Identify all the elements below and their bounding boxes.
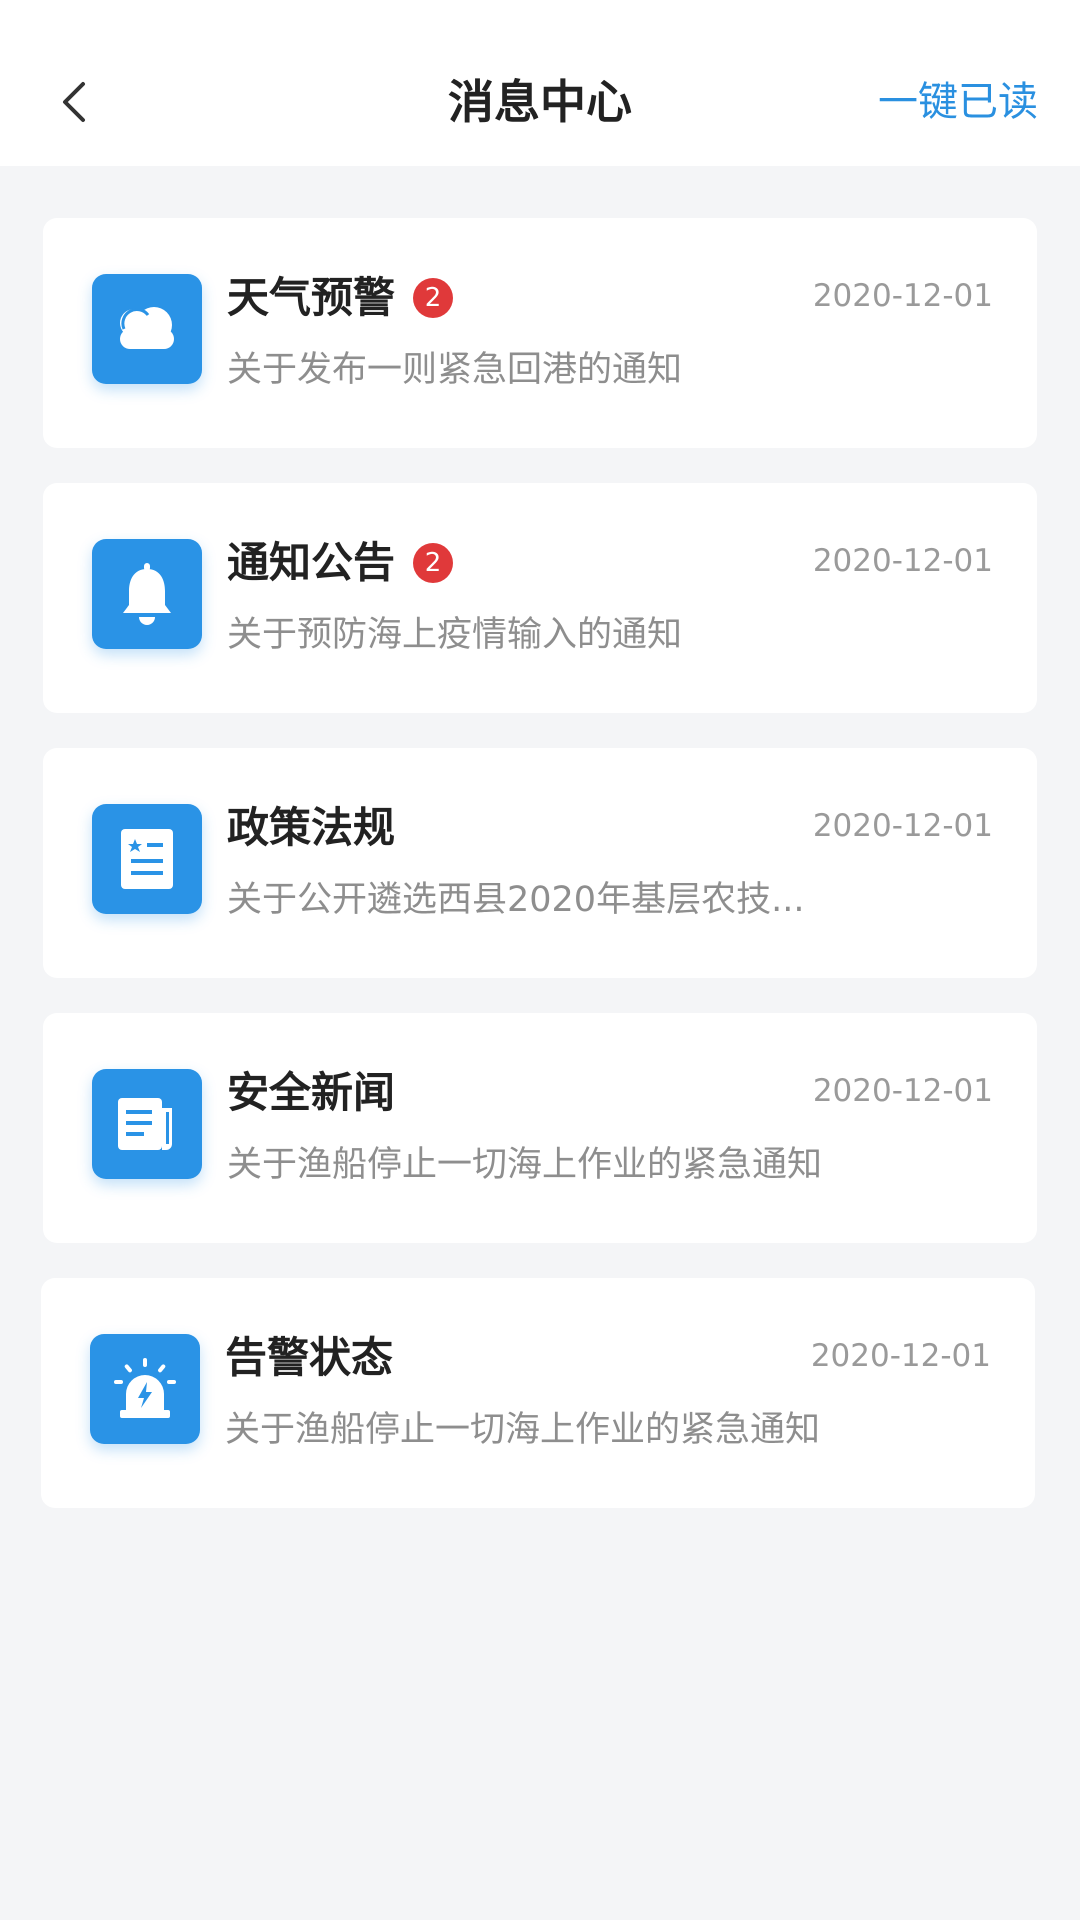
document-icon xyxy=(92,804,202,914)
message-card-safety-news[interactable]: 安全新闻 2020-12-01 关于渔船停止一切海上作业的紧急通知 xyxy=(43,1013,1037,1243)
message-card-notice[interactable]: 通知公告 2 2020-12-01 关于预防海上疫情输入的通知 xyxy=(43,483,1037,713)
message-title: 安全新闻 xyxy=(227,1068,396,1117)
message-summary: 关于渔船停止一切海上作业的紧急通知 xyxy=(227,1145,823,1185)
message-date: 2020-12-01 xyxy=(812,543,993,579)
mark-all-read-button[interactable]: 一键已读 xyxy=(878,72,1038,132)
message-summary: 关于公开遴选西县2020年基层农技... xyxy=(227,880,805,920)
message-summary: 关于渔船停止一切海上作业的紧急通知 xyxy=(225,1410,821,1450)
message-date: 2020-12-01 xyxy=(812,808,993,844)
message-title: 告警状态 xyxy=(225,1333,394,1382)
message-title: 政策法规 xyxy=(227,803,396,852)
unread-badge: 2 xyxy=(413,278,454,318)
message-date: 2020-12-01 xyxy=(810,1338,991,1374)
message-card-policy[interactable]: 政策法规 2020-12-01 关于公开遴选西县2020年基层农技... xyxy=(43,748,1037,978)
cloud-icon xyxy=(92,274,202,384)
message-summary: 关于预防海上疫情输入的通知 xyxy=(227,615,683,655)
header-bar: 消息中心 一键已读 xyxy=(0,0,1080,166)
bell-icon xyxy=(92,539,202,649)
unread-badge: 2 xyxy=(413,543,454,583)
message-card-alarm-status[interactable]: 告警状态 2020-12-01 关于渔船停止一切海上作业的紧急通知 xyxy=(41,1278,1035,1508)
message-card-weather-warning[interactable]: 天气预警 2 2020-12-01 关于发布一则紧急回港的通知 xyxy=(43,218,1037,448)
message-summary: 关于发布一则紧急回港的通知 xyxy=(227,350,683,390)
message-title: 通知公告 xyxy=(227,538,396,587)
message-date: 2020-12-01 xyxy=(812,278,993,314)
newspaper-icon xyxy=(92,1069,202,1179)
alarm-light-icon xyxy=(90,1334,200,1444)
message-date: 2020-12-01 xyxy=(812,1073,993,1109)
message-title: 天气预警 xyxy=(227,273,396,322)
